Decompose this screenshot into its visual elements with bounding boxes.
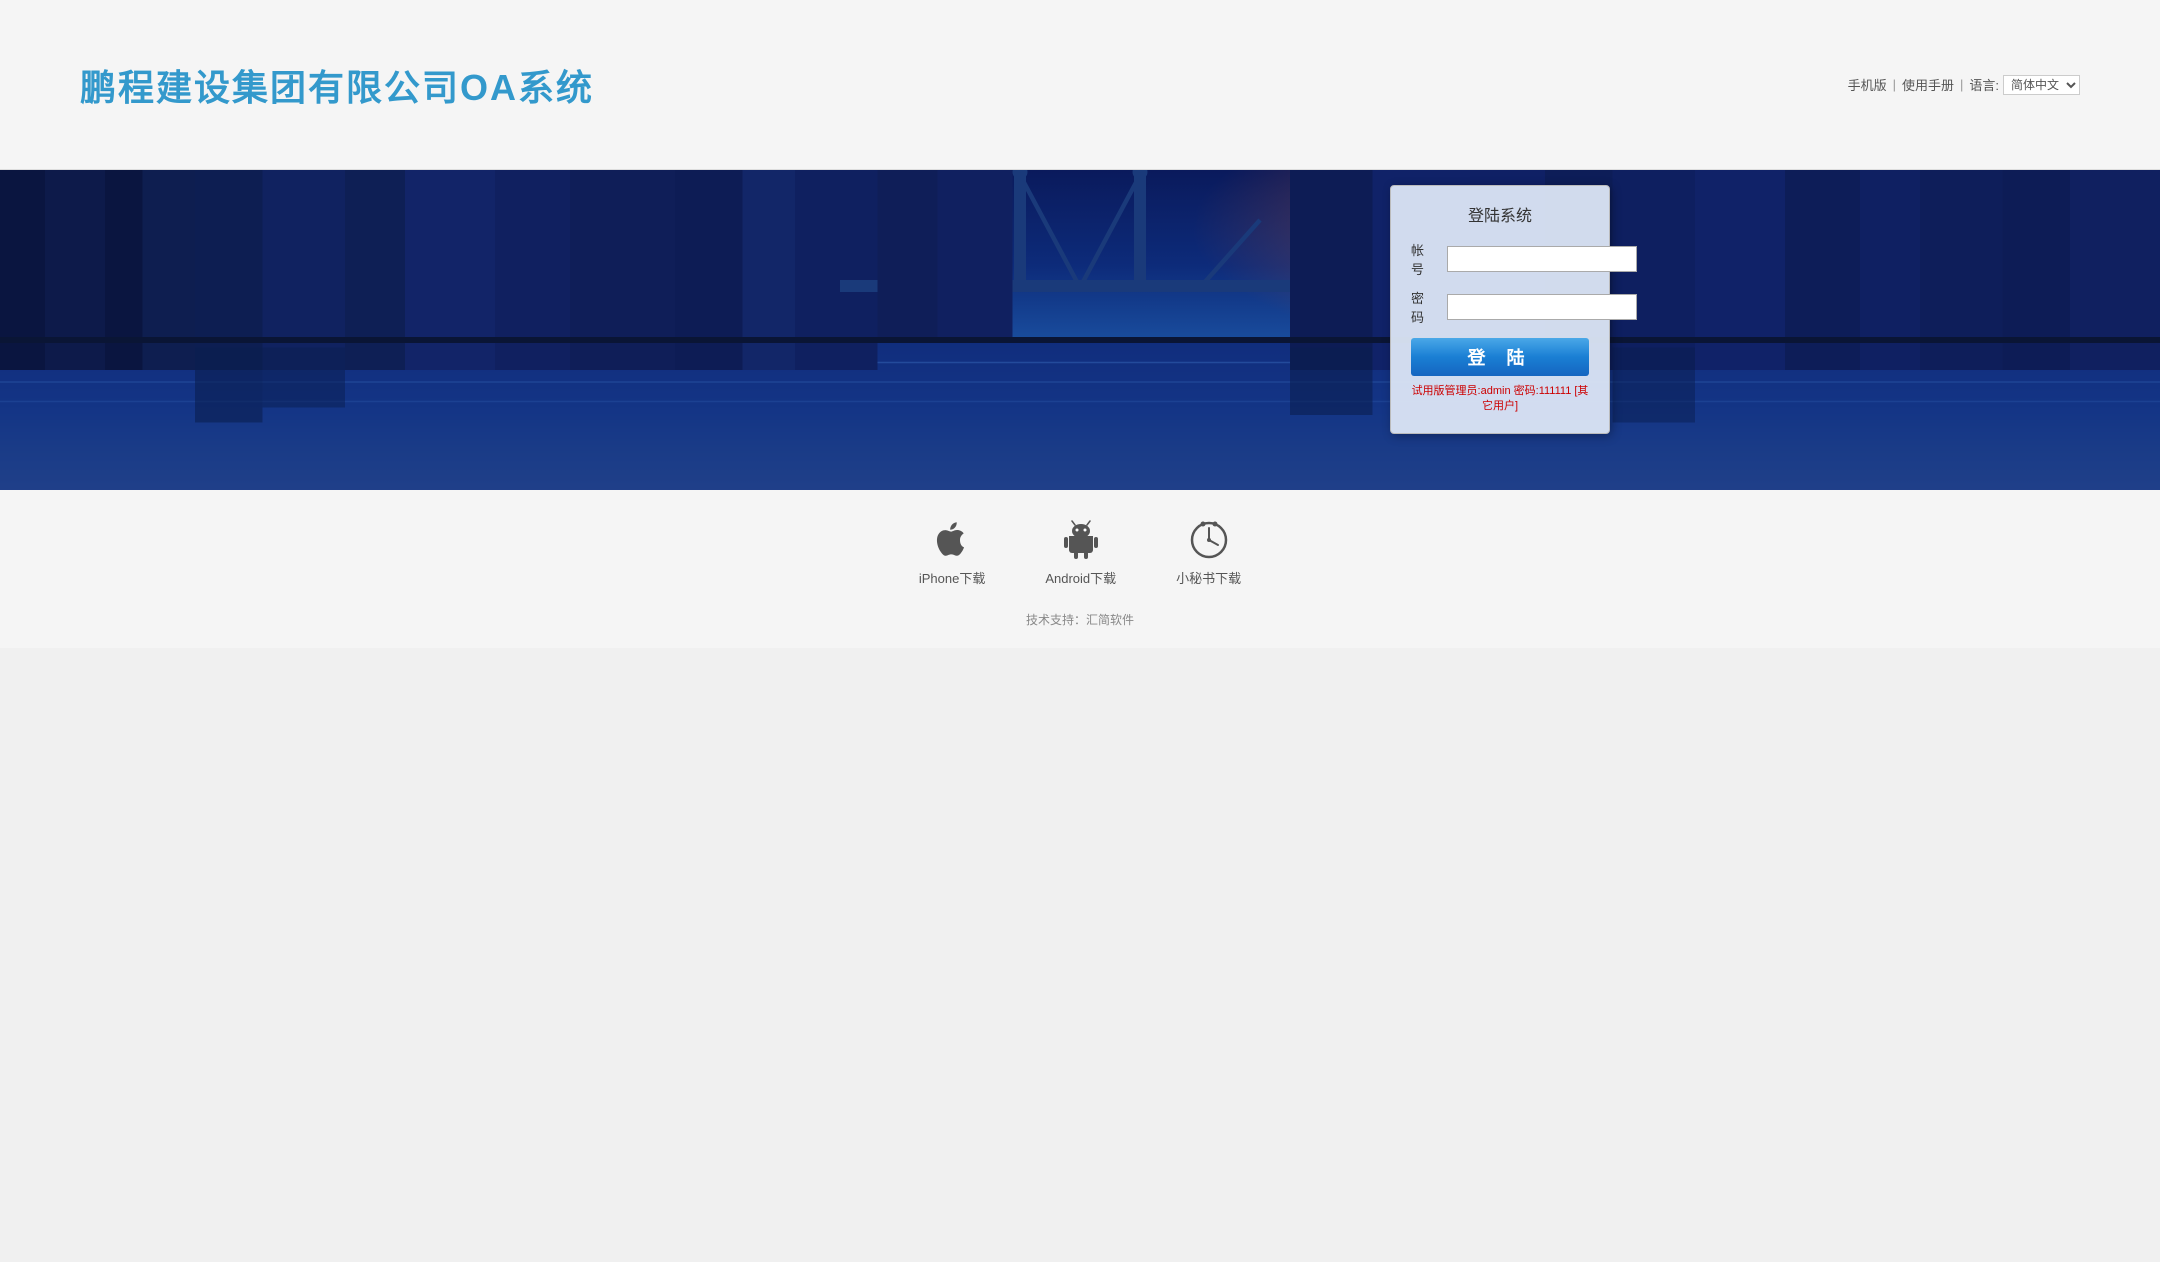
android-label: Android下载 [1045, 568, 1116, 587]
secretary-label: 小秘书下载 [1176, 568, 1241, 587]
separator2: | [1960, 77, 1963, 92]
login-title: 登陆系统 [1411, 202, 1589, 226]
account-input[interactable] [1447, 246, 1637, 272]
login-button[interactable]: 登 陆 [1411, 338, 1589, 376]
iphone-label: iPhone下载 [919, 568, 985, 587]
iphone-icon [930, 518, 974, 562]
password-label: 密 码 [1411, 288, 1447, 326]
hero-banner: 登陆系统 帐 号 密 码 登 陆 试用版管理员:admin 密码:111111 … [0, 170, 2160, 490]
secretary-icon [1187, 518, 1231, 562]
secretary-download[interactable]: 小秘书下载 [1176, 518, 1241, 587]
android-icon [1059, 518, 1103, 562]
manual-link[interactable]: 使用手册 [1902, 75, 1954, 94]
demo-hint-text: 试用版管理员:admin 密码:111111 [1412, 385, 1575, 397]
footer-downloads: iPhone下载 [0, 490, 2160, 648]
android-download[interactable]: Android下载 [1045, 518, 1116, 587]
separator1: | [1893, 77, 1896, 92]
account-label: 帐 号 [1411, 240, 1447, 278]
site-title: 鹏程建设集团有限公司OA系统 [80, 59, 594, 111]
tech-support: 技术支持：汇简软件 [1026, 611, 1134, 628]
language-select[interactable]: 简体中文 English [2003, 75, 2080, 95]
iphone-download[interactable]: iPhone下载 [919, 518, 985, 587]
lang-label: 语言: [1969, 75, 1999, 94]
top-bar: 鹏程建设集团有限公司OA系统 手机版 | 使用手册 | 语言: 简体中文 Eng… [0, 0, 2160, 170]
account-row: 帐 号 [1411, 240, 1589, 278]
download-icons-row: iPhone下载 [919, 518, 1241, 587]
login-panel: 登陆系统 帐 号 密 码 登 陆 试用版管理员:admin 密码:111111 … [1390, 185, 1610, 434]
password-input[interactable] [1447, 294, 1637, 320]
demo-hint: 试用版管理员:admin 密码:111111 [其它用户] [1411, 384, 1589, 415]
city-skyline [0, 170, 2160, 490]
mobile-link[interactable]: 手机版 [1848, 75, 1887, 94]
top-links: 手机版 | 使用手册 | 语言: 简体中文 English [1848, 75, 2080, 95]
bottom-space [0, 648, 2160, 848]
password-row: 密 码 [1411, 288, 1589, 326]
